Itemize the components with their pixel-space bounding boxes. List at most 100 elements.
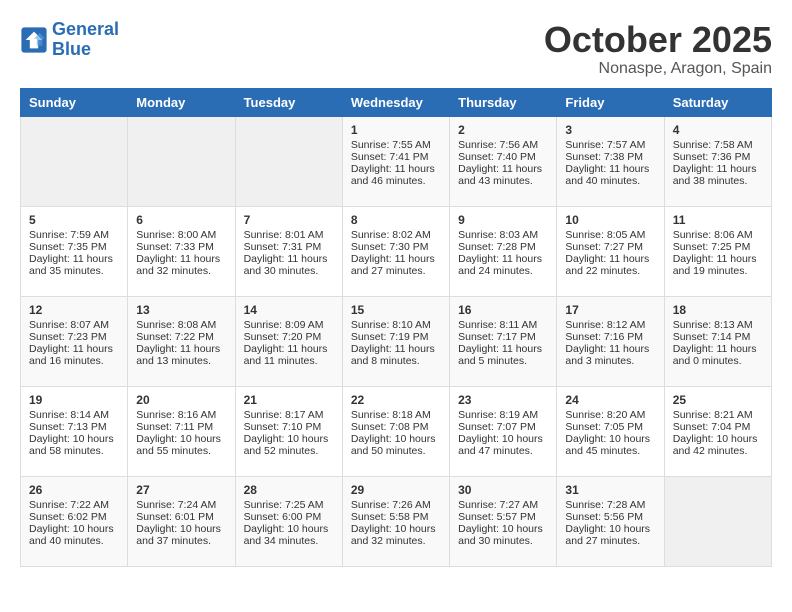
weekday-header-saturday: Saturday bbox=[664, 88, 771, 116]
day-info: Sunset: 7:08 PM bbox=[351, 421, 441, 433]
day-info: and 22 minutes. bbox=[565, 265, 655, 277]
calendar-cell: 11Sunrise: 8:06 AMSunset: 7:25 PMDayligh… bbox=[664, 206, 771, 296]
day-info: Sunrise: 7:57 AM bbox=[565, 139, 655, 151]
day-number: 8 bbox=[351, 213, 441, 227]
calendar-cell: 27Sunrise: 7:24 AMSunset: 6:01 PMDayligh… bbox=[128, 476, 235, 566]
day-info: Sunset: 7:22 PM bbox=[136, 331, 226, 343]
day-info: and 0 minutes. bbox=[673, 355, 763, 367]
day-info: Daylight: 11 hours bbox=[29, 343, 119, 355]
day-info: Sunrise: 7:24 AM bbox=[136, 499, 226, 511]
day-info: Daylight: 11 hours bbox=[351, 163, 441, 175]
day-info: Sunrise: 8:21 AM bbox=[673, 409, 763, 421]
weekday-header-monday: Monday bbox=[128, 88, 235, 116]
calendar-cell: 4Sunrise: 7:58 AMSunset: 7:36 PMDaylight… bbox=[664, 116, 771, 206]
day-info: and 55 minutes. bbox=[136, 445, 226, 457]
day-info: Daylight: 10 hours bbox=[29, 433, 119, 445]
calendar-cell: 28Sunrise: 7:25 AMSunset: 6:00 PMDayligh… bbox=[235, 476, 342, 566]
day-info: Daylight: 10 hours bbox=[458, 523, 548, 535]
day-info: Daylight: 10 hours bbox=[351, 523, 441, 535]
day-info: Sunrise: 7:55 AM bbox=[351, 139, 441, 151]
weekday-header-wednesday: Wednesday bbox=[342, 88, 449, 116]
day-info: Sunrise: 8:18 AM bbox=[351, 409, 441, 421]
day-info: Daylight: 11 hours bbox=[458, 163, 548, 175]
day-info: Sunrise: 8:20 AM bbox=[565, 409, 655, 421]
day-info: Sunrise: 8:11 AM bbox=[458, 319, 548, 331]
day-number: 4 bbox=[673, 123, 763, 137]
day-number: 22 bbox=[351, 393, 441, 407]
day-info: and 11 minutes. bbox=[244, 355, 334, 367]
day-number: 1 bbox=[351, 123, 441, 137]
day-number: 17 bbox=[565, 303, 655, 317]
weekday-header-thursday: Thursday bbox=[450, 88, 557, 116]
calendar-cell: 31Sunrise: 7:28 AMSunset: 5:56 PMDayligh… bbox=[557, 476, 664, 566]
day-info: Sunrise: 8:08 AM bbox=[136, 319, 226, 331]
calendar-cell: 15Sunrise: 8:10 AMSunset: 7:19 PMDayligh… bbox=[342, 296, 449, 386]
day-info: Daylight: 10 hours bbox=[244, 433, 334, 445]
day-info: Sunset: 7:20 PM bbox=[244, 331, 334, 343]
day-info: Sunset: 6:01 PM bbox=[136, 511, 226, 523]
logo-line2: Blue bbox=[52, 39, 91, 59]
calendar-cell: 30Sunrise: 7:27 AMSunset: 5:57 PMDayligh… bbox=[450, 476, 557, 566]
day-info: and 19 minutes. bbox=[673, 265, 763, 277]
day-info: Daylight: 11 hours bbox=[29, 253, 119, 265]
day-number: 23 bbox=[458, 393, 548, 407]
day-info: Sunset: 7:35 PM bbox=[29, 241, 119, 253]
day-number: 18 bbox=[673, 303, 763, 317]
day-info: Sunset: 6:00 PM bbox=[244, 511, 334, 523]
calendar-week-row: 12Sunrise: 8:07 AMSunset: 7:23 PMDayligh… bbox=[21, 296, 772, 386]
day-info: Sunset: 5:56 PM bbox=[565, 511, 655, 523]
day-info: Sunrise: 8:17 AM bbox=[244, 409, 334, 421]
day-info: Daylight: 11 hours bbox=[565, 343, 655, 355]
day-number: 16 bbox=[458, 303, 548, 317]
calendar-cell: 22Sunrise: 8:18 AMSunset: 7:08 PMDayligh… bbox=[342, 386, 449, 476]
day-info: Daylight: 11 hours bbox=[673, 343, 763, 355]
day-number: 3 bbox=[565, 123, 655, 137]
day-number: 24 bbox=[565, 393, 655, 407]
day-info: Sunrise: 8:01 AM bbox=[244, 229, 334, 241]
weekday-header-tuesday: Tuesday bbox=[235, 88, 342, 116]
calendar-cell: 21Sunrise: 8:17 AMSunset: 7:10 PMDayligh… bbox=[235, 386, 342, 476]
day-info: Sunrise: 7:27 AM bbox=[458, 499, 548, 511]
day-number: 10 bbox=[565, 213, 655, 227]
day-info: Sunrise: 7:22 AM bbox=[29, 499, 119, 511]
day-info: Sunset: 7:05 PM bbox=[565, 421, 655, 433]
day-info: Sunrise: 8:06 AM bbox=[673, 229, 763, 241]
weekday-header-row: SundayMondayTuesdayWednesdayThursdayFrid… bbox=[21, 88, 772, 116]
day-info: Daylight: 10 hours bbox=[673, 433, 763, 445]
calendar-table: SundayMondayTuesdayWednesdayThursdayFrid… bbox=[20, 88, 772, 567]
day-info: Sunset: 7:16 PM bbox=[565, 331, 655, 343]
day-info: and 13 minutes. bbox=[136, 355, 226, 367]
day-info: Sunrise: 8:07 AM bbox=[29, 319, 119, 331]
day-info: and 30 minutes. bbox=[244, 265, 334, 277]
day-number: 20 bbox=[136, 393, 226, 407]
day-number: 21 bbox=[244, 393, 334, 407]
day-info: Daylight: 10 hours bbox=[136, 523, 226, 535]
day-number: 25 bbox=[673, 393, 763, 407]
day-info: Sunset: 7:23 PM bbox=[29, 331, 119, 343]
calendar-week-row: 19Sunrise: 8:14 AMSunset: 7:13 PMDayligh… bbox=[21, 386, 772, 476]
day-info: Sunset: 7:41 PM bbox=[351, 151, 441, 163]
day-info: Sunrise: 8:19 AM bbox=[458, 409, 548, 421]
calendar-cell: 25Sunrise: 8:21 AMSunset: 7:04 PMDayligh… bbox=[664, 386, 771, 476]
day-info: and 5 minutes. bbox=[458, 355, 548, 367]
day-number: 9 bbox=[458, 213, 548, 227]
day-info: Daylight: 11 hours bbox=[136, 253, 226, 265]
day-number: 5 bbox=[29, 213, 119, 227]
day-number: 6 bbox=[136, 213, 226, 227]
calendar-cell: 24Sunrise: 8:20 AMSunset: 7:05 PMDayligh… bbox=[557, 386, 664, 476]
day-number: 28 bbox=[244, 483, 334, 497]
day-info: Sunrise: 8:10 AM bbox=[351, 319, 441, 331]
day-info: and 38 minutes. bbox=[673, 175, 763, 187]
calendar-cell: 7Sunrise: 8:01 AMSunset: 7:31 PMDaylight… bbox=[235, 206, 342, 296]
day-info: Sunrise: 7:28 AM bbox=[565, 499, 655, 511]
day-info: Sunset: 7:17 PM bbox=[458, 331, 548, 343]
logo-line1: General bbox=[52, 19, 119, 39]
calendar-week-row: 1Sunrise: 7:55 AMSunset: 7:41 PMDaylight… bbox=[21, 116, 772, 206]
day-number: 29 bbox=[351, 483, 441, 497]
calendar-cell: 8Sunrise: 8:02 AMSunset: 7:30 PMDaylight… bbox=[342, 206, 449, 296]
day-info: Sunset: 7:11 PM bbox=[136, 421, 226, 433]
logo-icon bbox=[20, 26, 48, 54]
day-info: and 32 minutes. bbox=[136, 265, 226, 277]
day-info: and 58 minutes. bbox=[29, 445, 119, 457]
day-info: and 42 minutes. bbox=[673, 445, 763, 457]
